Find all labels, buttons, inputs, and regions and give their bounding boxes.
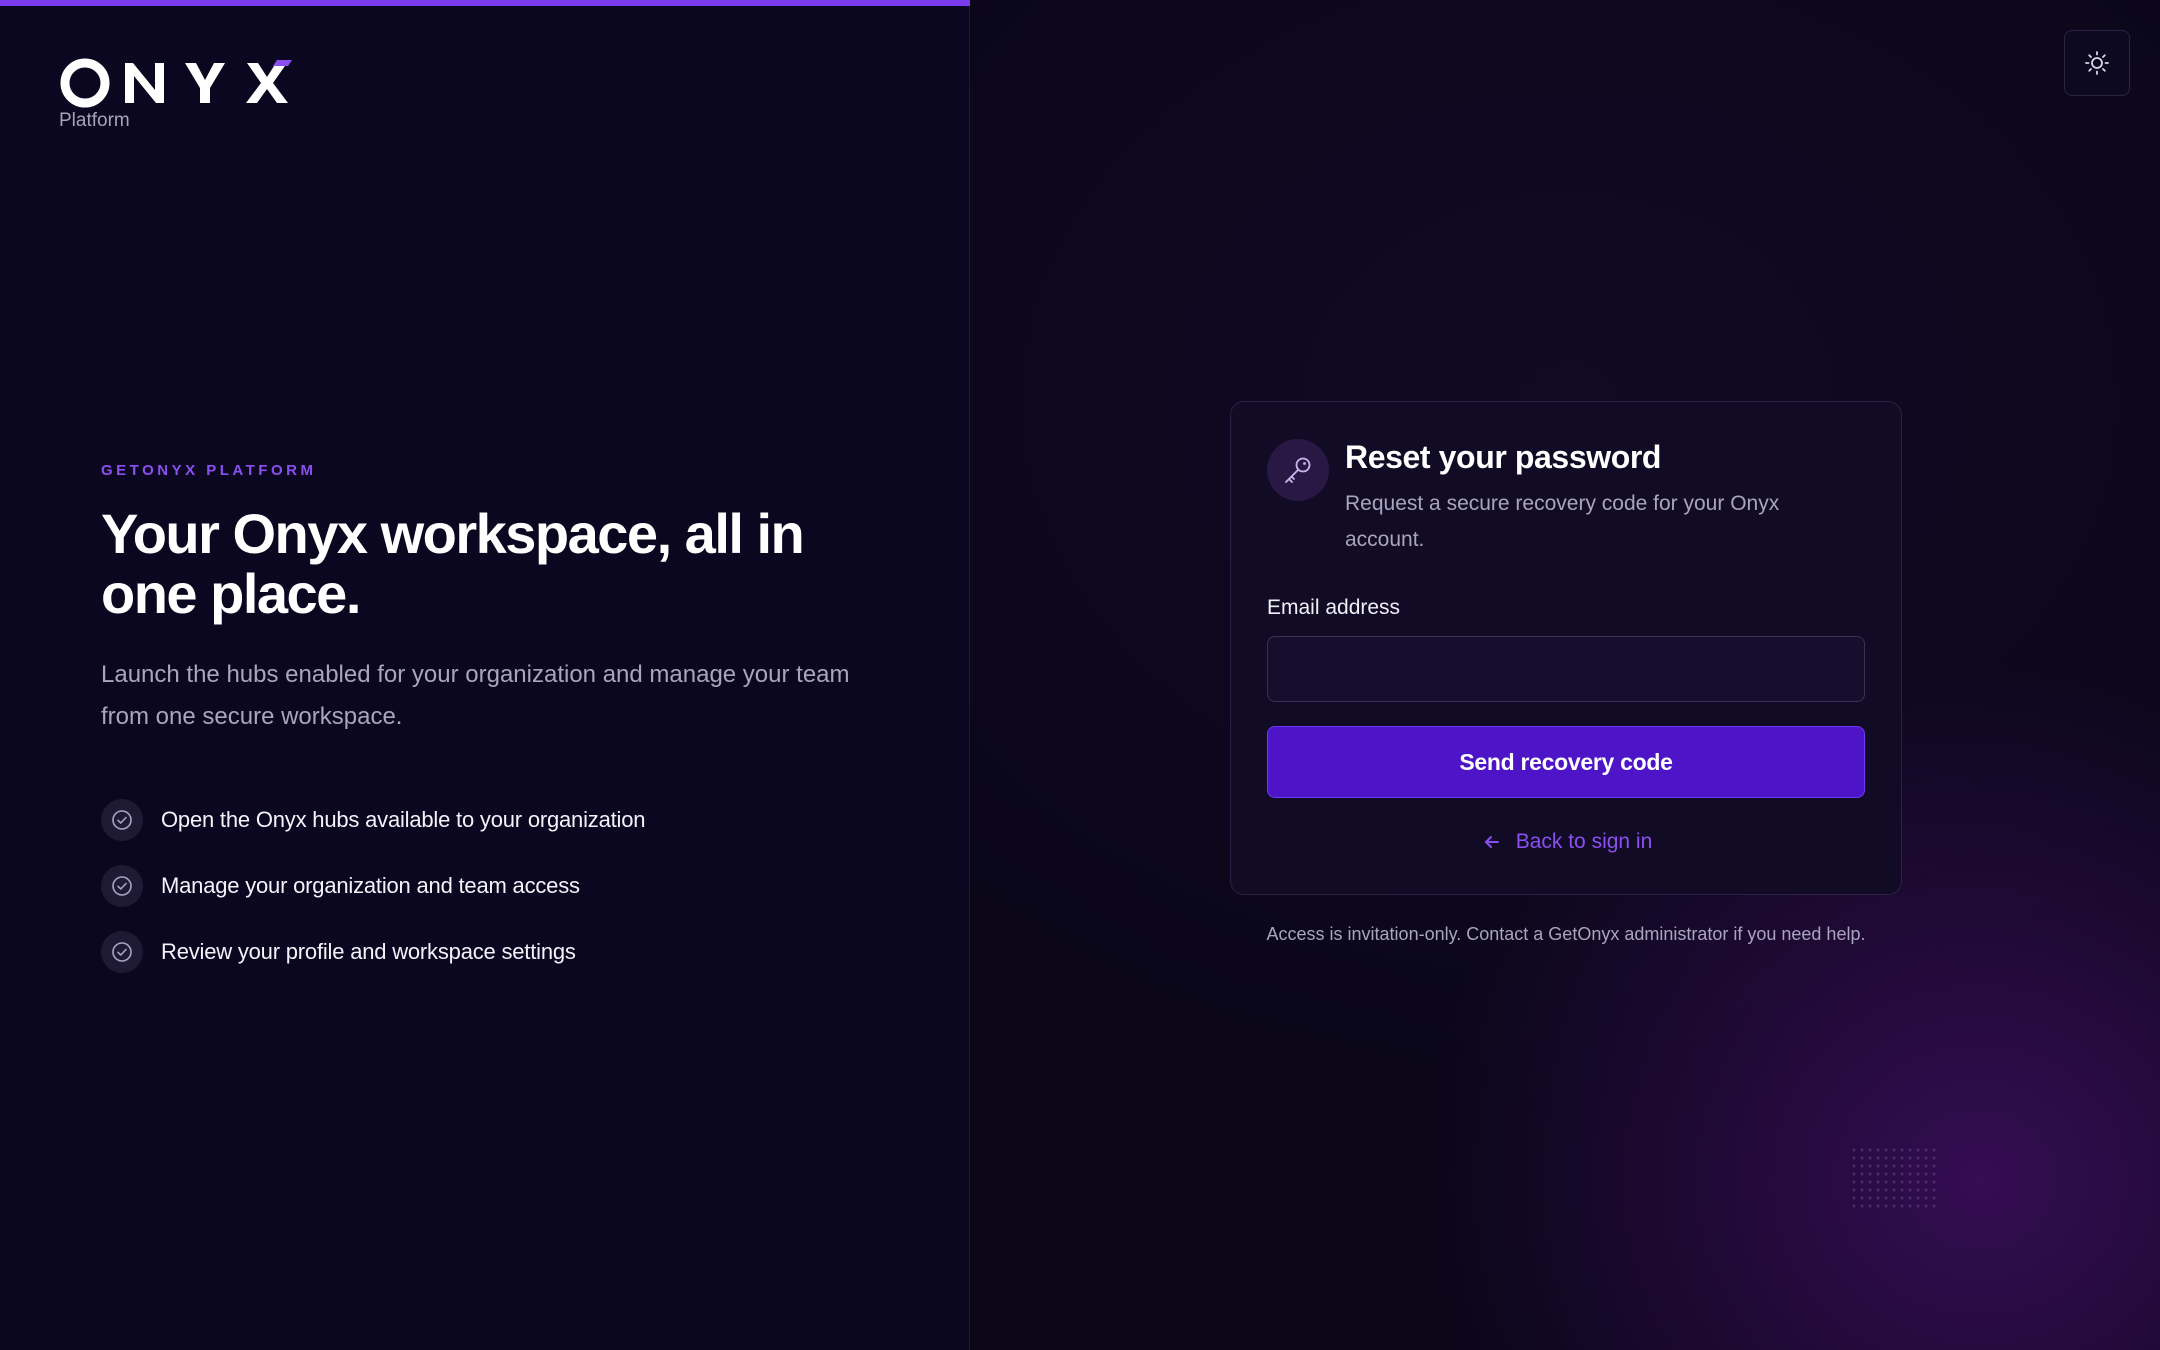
sun-icon	[2085, 51, 2109, 75]
onyx-logo	[60, 58, 292, 108]
back-to-sign-in-link[interactable]: Back to sign in	[1231, 830, 1903, 854]
brand-subtitle: Platform	[59, 110, 130, 131]
page: Platform GETONYX PLATFORM Your Onyx work…	[0, 0, 2160, 1350]
lead-text: Launch the hubs enabled for your organiz…	[101, 661, 850, 730]
email-label: Email address	[1267, 596, 1401, 619]
card-title: Reset your password	[1345, 439, 1662, 475]
feature-text: Manage your organization and team access	[161, 873, 580, 898]
left-panel: Platform GETONYX PLATFORM Your Onyx work…	[0, 0, 970, 1350]
headline: Your Onyx workspace, all in one place.	[101, 502, 805, 625]
progress-accent-bar	[0, 0, 970, 6]
eyebrow: GETONYX PLATFORM	[101, 462, 317, 479]
decorative-dot-grid	[1850, 1146, 1940, 1208]
theme-toggle-button[interactable]	[2064, 30, 2130, 96]
brand: Platform	[59, 56, 299, 132]
email-field[interactable]	[1267, 636, 1865, 702]
send-recovery-code-button[interactable]: Send recovery code	[1267, 726, 1865, 798]
feature-item: Open the Onyx hubs available to your org…	[101, 798, 901, 842]
feature-text: Open the Onyx hubs available to your org…	[161, 807, 646, 832]
feature-text: Review your profile and workspace settin…	[161, 939, 576, 964]
card-description: Request a secure recovery code for your …	[1345, 492, 1780, 551]
feature-item: Review your profile and workspace settin…	[101, 930, 901, 974]
feature-list: Open the Onyx hubs available to your org…	[101, 798, 901, 974]
right-panel: Reset your password Request a secure rec…	[970, 0, 2160, 1350]
footnote: Access is invitation-only. Contact a Get…	[1266, 924, 1866, 944]
reset-password-card: Reset your password Request a secure rec…	[1230, 401, 1902, 895]
check-circle-icon	[101, 865, 143, 907]
key-icon	[1267, 439, 1329, 501]
feature-item: Manage your organization and team access	[101, 864, 901, 908]
arrow-left-icon	[1482, 832, 1502, 852]
back-link-label: Back to sign in	[1515, 830, 1653, 853]
hero: GETONYX PLATFORM Your Onyx workspace, al…	[101, 462, 901, 996]
check-circle-icon	[101, 931, 143, 973]
check-circle-icon	[101, 799, 143, 841]
